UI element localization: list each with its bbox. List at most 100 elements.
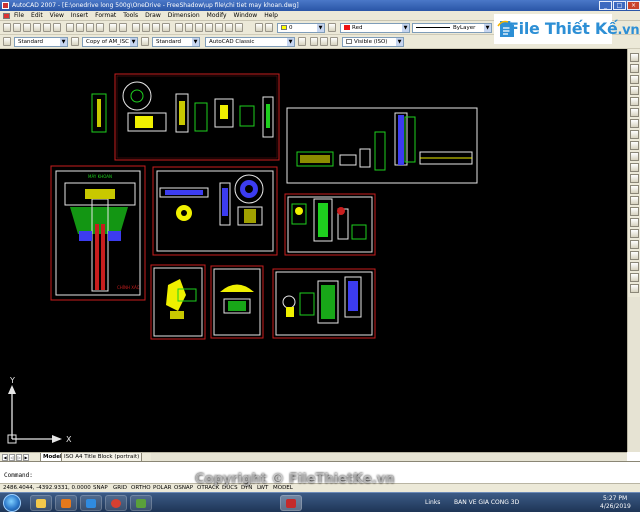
autocad-window: AutoCAD 2007 - [E:\onedrive long 500g\On… — [0, 0, 640, 512]
taskbar-chrome-icon[interactable] — [105, 495, 127, 511]
close-button[interactable]: × — [627, 1, 640, 10]
move-icon[interactable] — [630, 108, 639, 117]
copy-object-icon[interactable] — [630, 64, 639, 73]
text-style-dropdown[interactable]: Standard ▼ — [14, 37, 68, 47]
last-tab-arrow-icon[interactable]: ▶ — [23, 454, 29, 461]
offset-icon[interactable] — [630, 86, 639, 95]
document-icon[interactable] — [3, 13, 10, 19]
quickcalc-icon[interactable] — [225, 23, 233, 32]
start-button[interactable] — [3, 494, 21, 512]
zoom-previous-icon[interactable] — [162, 23, 170, 32]
taskbar-autocad-icon[interactable] — [280, 495, 302, 511]
vertical-scrollbar[interactable] — [627, 297, 640, 452]
zoom-window-icon[interactable] — [152, 23, 160, 32]
paste-icon[interactable] — [86, 23, 94, 32]
menu-window[interactable]: Window — [234, 12, 258, 19]
workspace-settings-icon[interactable] — [298, 37, 306, 46]
layer-manager-icon[interactable] — [255, 23, 263, 32]
menu-file[interactable]: File — [14, 12, 24, 19]
help-icon[interactable] — [235, 23, 243, 32]
insert-icon[interactable] — [630, 284, 639, 293]
hatch-icon[interactable] — [630, 229, 639, 238]
color-dropdown[interactable]: Red ▼ — [340, 23, 410, 33]
fillet-icon[interactable] — [630, 207, 639, 216]
make-current-icon[interactable] — [328, 23, 336, 32]
layer-dropdown[interactable]: 0 ▼ — [277, 23, 325, 33]
new-icon[interactable] — [3, 23, 11, 32]
block-icon[interactable] — [630, 273, 639, 282]
layer-properties-icon[interactable] — [310, 37, 318, 46]
horizontal-scrollbar[interactable] — [151, 452, 627, 461]
plot-icon[interactable] — [33, 23, 41, 32]
redo-icon[interactable] — [119, 23, 127, 32]
first-tab-arrow-icon[interactable]: ◀ — [2, 454, 8, 461]
next-tab-arrow-icon[interactable]: ▷ — [16, 454, 22, 461]
preview-icon[interactable] — [43, 23, 51, 32]
markup-icon[interactable] — [215, 23, 223, 32]
menu-edit[interactable]: Edit — [31, 12, 43, 19]
break-icon[interactable] — [630, 174, 639, 183]
maximize-button[interactable]: □ — [613, 1, 626, 10]
table-icon[interactable] — [630, 251, 639, 260]
text-style-icon[interactable] — [3, 37, 11, 46]
layer-state-icon[interactable] — [265, 23, 273, 32]
minimize-button[interactable]: _ — [599, 1, 612, 10]
menu-insert[interactable]: Insert — [71, 12, 88, 19]
menu-draw[interactable]: Draw — [145, 12, 161, 19]
sheet-set-icon[interactable] — [205, 23, 213, 32]
autocad-app-icon — [2, 2, 9, 9]
named-layer-dropdown[interactable]: Visible (ISO) ▼ — [342, 37, 404, 47]
taskbar-media-icon[interactable] — [55, 495, 77, 511]
menu-modify[interactable]: Modify — [207, 12, 227, 19]
erase-icon[interactable] — [630, 53, 639, 62]
window-title: AutoCAD 2007 - [E:\onedrive long 500g\On… — [12, 2, 299, 9]
open-icon[interactable] — [13, 23, 21, 32]
explode-icon[interactable] — [630, 218, 639, 227]
taskbar-app-icon[interactable] — [130, 495, 152, 511]
pan-icon[interactable] — [132, 23, 140, 32]
freeze-icon[interactable] — [320, 37, 328, 46]
save-icon[interactable] — [23, 23, 31, 32]
match-properties-icon[interactable] — [96, 23, 104, 32]
dim-style-icon[interactable] — [71, 37, 79, 46]
command-prompt[interactable]: Command: — [4, 472, 33, 479]
extend-icon[interactable] — [630, 163, 639, 172]
table-style-dropdown[interactable]: Standard ▼ — [152, 37, 200, 47]
chamfer-icon[interactable] — [630, 196, 639, 205]
taskbar-explorer-icon[interactable] — [30, 495, 52, 511]
tray-links[interactable]: Links — [425, 499, 440, 506]
publish-icon[interactable] — [53, 23, 61, 32]
dim-style-dropdown[interactable]: Copy of AM_ISC ▼ — [82, 37, 138, 47]
linetype-dropdown[interactable]: ByLayer ▼ — [412, 23, 492, 33]
stretch-icon[interactable] — [630, 141, 639, 150]
drawing-canvas[interactable]: MÁY KHOAN CHÍNH XÁC Y X — [0, 49, 627, 452]
lock-icon[interactable] — [330, 37, 338, 46]
design-center-icon[interactable] — [185, 23, 193, 32]
menu-view[interactable]: View — [50, 12, 64, 19]
undo-icon[interactable] — [109, 23, 117, 32]
region-icon[interactable] — [630, 240, 639, 249]
cut-icon[interactable] — [66, 23, 74, 32]
trim-icon[interactable] — [630, 152, 639, 161]
prev-tab-arrow-icon[interactable]: ◁ — [9, 454, 15, 461]
join-icon[interactable] — [630, 185, 639, 194]
properties-icon[interactable] — [175, 23, 183, 32]
menu-tools[interactable]: Tools — [123, 12, 138, 19]
tray-time[interactable]: 5:27 PM — [603, 495, 627, 502]
tool-palettes-icon[interactable] — [195, 23, 203, 32]
mirror-icon[interactable] — [630, 75, 639, 84]
menu-help[interactable]: Help — [264, 12, 278, 19]
tray-window-label[interactable]: BAN VE GIA CONG 3D — [454, 499, 519, 506]
taskbar-ie-icon[interactable] — [80, 495, 102, 511]
scale-icon[interactable] — [630, 130, 639, 139]
rotate-icon[interactable] — [630, 119, 639, 128]
table-style-icon[interactable] — [141, 37, 149, 46]
workspace-dropdown[interactable]: AutoCAD Classic ▼ — [205, 37, 295, 47]
zoom-realtime-icon[interactable] — [142, 23, 150, 32]
menu-dimension[interactable]: Dimension — [168, 12, 200, 19]
tray-date[interactable]: 4/26/2019 — [600, 503, 631, 510]
array-icon[interactable] — [630, 97, 639, 106]
menu-format[interactable]: Format — [95, 12, 116, 19]
mtext-icon[interactable] — [630, 262, 639, 271]
copy-icon[interactable] — [76, 23, 84, 32]
